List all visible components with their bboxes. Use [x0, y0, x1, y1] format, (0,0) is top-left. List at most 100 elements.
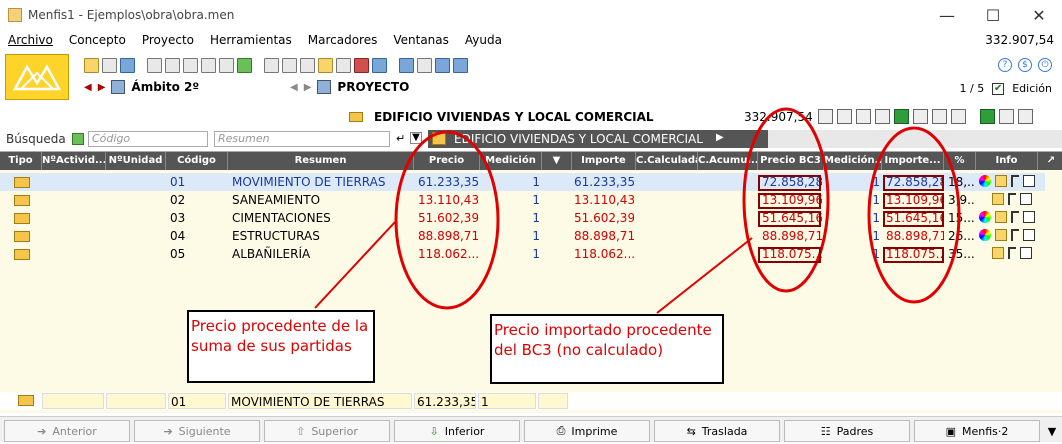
- tag-icon[interactable]: [318, 58, 333, 73]
- detail-nactividad[interactable]: [42, 393, 104, 409]
- note-icon[interactable]: [995, 175, 1007, 187]
- detail-nunidad[interactable]: [106, 393, 166, 409]
- book-icon[interactable]: [354, 58, 369, 73]
- detail-medicion[interactable]: 1: [478, 393, 536, 409]
- color-wheel-icon[interactable]: [979, 175, 991, 187]
- col-importe2[interactable]: Importe...: [882, 152, 944, 170]
- prev-arrow-icon[interactable]: ◀: [84, 82, 92, 93]
- color-wheel-icon[interactable]: [979, 229, 991, 241]
- superior-button[interactable]: ⇧ Superior: [264, 420, 390, 442]
- table-row[interactable]: 05 ALBAÑILERÍA 118.062... 1 118.062... 1…: [0, 245, 1045, 263]
- inferior-button[interactable]: ⇩ Inferior: [394, 420, 520, 442]
- image-icon[interactable]: [913, 109, 928, 124]
- cube-icon[interactable]: [237, 58, 252, 73]
- traslada-button[interactable]: ⇆ Traslada: [654, 420, 780, 442]
- padres-button[interactable]: ☷ Padres: [784, 420, 910, 442]
- tree-icon[interactable]: [1011, 175, 1019, 187]
- menu-concepto[interactable]: Concepto: [69, 33, 126, 47]
- note-icon[interactable]: [992, 247, 1004, 259]
- grid-icon[interactable]: [951, 109, 966, 124]
- tree-icon[interactable]: [1011, 229, 1019, 241]
- note-icon[interactable]: [837, 109, 852, 124]
- col-codigo[interactable]: Código: [166, 152, 228, 170]
- col-pct[interactable]: %: [944, 152, 976, 170]
- network-icon[interactable]: [435, 58, 450, 73]
- col-nactividad[interactable]: NºActivid...: [42, 152, 106, 170]
- print-icon[interactable]: [282, 58, 297, 73]
- cube-icon[interactable]: [980, 109, 995, 124]
- detail-summary[interactable]: MOVIMIENTO DE TIERRAS: [228, 393, 412, 409]
- close-icon[interactable]: ✕: [1016, 0, 1062, 30]
- help-icon[interactable]: ?: [998, 58, 1012, 72]
- list-icon[interactable]: [72, 133, 84, 145]
- col-medicion2[interactable]: Medición...: [824, 152, 882, 170]
- tools-icon[interactable]: [1018, 109, 1033, 124]
- edicion-checkbox[interactable]: ✔: [992, 82, 1005, 95]
- settings-icon[interactable]: [417, 58, 432, 73]
- currency-icon[interactable]: $: [1018, 58, 1032, 72]
- imprime-button[interactable]: ⎙ Imprime: [524, 420, 650, 442]
- doc-icon[interactable]: [932, 109, 947, 124]
- col-precio-bc3[interactable]: Precio BC3: [758, 152, 824, 170]
- edit-icon[interactable]: [300, 58, 315, 73]
- tree-icon[interactable]: [1008, 247, 1016, 259]
- new-icon[interactable]: [102, 58, 117, 73]
- color-wheel-icon[interactable]: [979, 211, 991, 223]
- anterior-button[interactable]: ➔ Anterior: [4, 420, 130, 442]
- menu-marcadores[interactable]: Marcadores: [308, 33, 378, 47]
- col-medicion[interactable]: Medición: [480, 152, 542, 170]
- next-arrow-icon[interactable]: ▶: [304, 82, 312, 93]
- detail-extra[interactable]: [538, 393, 568, 409]
- paste-icon[interactable]: [165, 58, 180, 73]
- power-icon[interactable]: ⏻: [1038, 58, 1052, 72]
- org-icon[interactable]: [1023, 211, 1035, 223]
- layers-icon[interactable]: [999, 109, 1014, 124]
- dropdown-icon[interactable]: ▼: [410, 132, 422, 144]
- calc-icon[interactable]: [201, 58, 216, 73]
- tree-icon[interactable]: [1011, 211, 1019, 223]
- more-dropdown-icon[interactable]: ▼: [1044, 420, 1060, 442]
- open-icon[interactable]: [84, 58, 99, 73]
- minimize-icon[interactable]: —: [924, 0, 970, 30]
- table-row[interactable]: 04 ESTRUCTURAS 88.898,71 1 88.898,71 88.…: [0, 227, 1045, 245]
- detail-price[interactable]: 61.233,35: [414, 393, 476, 409]
- text-icon[interactable]: [818, 109, 833, 124]
- search-icon[interactable]: [264, 58, 279, 73]
- menu-herramientas[interactable]: Herramientas: [210, 33, 292, 47]
- menfis2-button[interactable]: ▣ Menfis·2: [914, 420, 1040, 442]
- chart-icon[interactable]: [372, 58, 387, 73]
- note-icon[interactable]: [995, 211, 1007, 223]
- prev-arrow-icon[interactable]: ◀: [290, 82, 298, 93]
- org-icon[interactable]: [1023, 175, 1035, 187]
- maximize-icon[interactable]: ☐: [970, 0, 1016, 30]
- link-icon[interactable]: ↗: [1040, 152, 1062, 170]
- table-row[interactable]: 03 CIMENTACIONES 51.602,39 1 51.602,39 5…: [0, 209, 1045, 227]
- col-precio[interactable]: Precio: [414, 152, 480, 170]
- filter-icon[interactable]: ▼: [542, 152, 572, 170]
- note-icon[interactable]: [995, 229, 1007, 241]
- table-row[interactable]: 02 SANEAMIENTO 13.110,43 1 13.110,43 13.…: [0, 191, 1045, 209]
- col-cacumulada[interactable]: C.Acumul...: [698, 152, 758, 170]
- table-icon[interactable]: [219, 58, 234, 73]
- color-icon[interactable]: [856, 109, 871, 124]
- menu-archivo[interactable]: Archivo: [8, 33, 53, 47]
- excel-icon[interactable]: [894, 109, 909, 124]
- col-info[interactable]: Info: [976, 152, 1038, 170]
- copy-icon[interactable]: [147, 58, 162, 73]
- text-icon[interactable]: [183, 58, 198, 73]
- save-icon[interactable]: [120, 58, 135, 73]
- window-icon[interactable]: [399, 58, 414, 73]
- tree-icon[interactable]: [1008, 193, 1016, 205]
- col-tipo[interactable]: Tipo: [0, 152, 42, 170]
- col-importe[interactable]: Importe: [572, 152, 636, 170]
- org-icon[interactable]: [1020, 193, 1032, 205]
- formula-icon[interactable]: [875, 109, 890, 124]
- summary-search-input[interactable]: Resumen: [214, 131, 390, 147]
- menu-ayuda[interactable]: Ayuda: [465, 33, 502, 47]
- expand-arrow-icon[interactable]: ▶: [716, 132, 724, 143]
- code-search-input[interactable]: Código: [88, 131, 208, 147]
- next-arrow-icon[interactable]: ▶: [98, 82, 106, 93]
- siguiente-button[interactable]: ➔ Siguiente: [134, 420, 260, 442]
- table-row[interactable]: 01 MOVIMIENTO DE TIERRAS 61.233,35 1 61.…: [0, 173, 1045, 191]
- col-resumen[interactable]: Resumen: [228, 152, 414, 170]
